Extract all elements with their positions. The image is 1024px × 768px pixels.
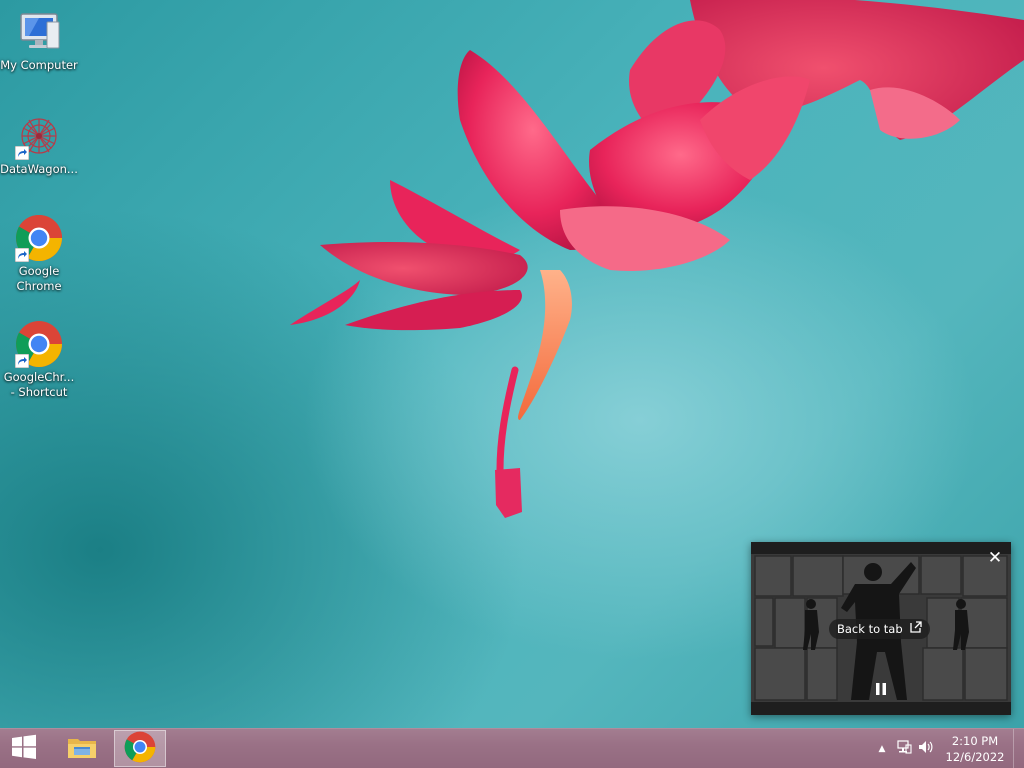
network-icon [896,739,912,758]
tray-overflow-button[interactable]: ▲ [871,729,893,768]
tray-network[interactable] [893,729,915,768]
shortcut-arrow-icon [15,354,29,368]
shortcut-arrow-icon [15,146,29,160]
back-to-tab-label: Back to tab [837,622,903,636]
shortcut-arrow-icon [15,248,29,262]
computer-icon [15,8,63,56]
start-button[interactable] [0,729,48,768]
clock-date: 12/6/2022 [945,750,1005,764]
desktop-icon-label: DataWagon... [0,162,78,176]
chrome-icon [15,320,63,368]
speaker-icon [918,739,934,758]
desktop-icon-label: My Computer [0,58,78,72]
pip-pause-button[interactable] [873,681,889,697]
desktop-icon-my-computer[interactable]: My Computer [0,8,78,73]
desktop: My Computer DataWagon... Google Chrome G… [0,0,1024,768]
system-tray: ▲ 2:10 PM 12/6/2022 [871,729,1024,768]
chrome-icon [15,214,63,262]
show-desktop-button[interactable] [1013,729,1024,768]
pause-icon [873,682,889,701]
desktop-icon-label: GoogleChr... - Shortcut [3,370,75,399]
pip-close-button[interactable]: ✕ [985,548,1005,568]
taskbar: ▲ 2:10 PM 12/6/2022 [0,728,1024,768]
taskbar-google-chrome[interactable] [114,730,166,767]
picture-in-picture-window[interactable]: ✕ Back to tab [751,542,1011,715]
chrome-icon [124,731,156,767]
folder-icon [66,731,98,767]
taskbar-file-explorer[interactable] [56,730,108,767]
windows-logo-icon [11,734,37,764]
clock-time: 2:10 PM [951,734,999,748]
desktop-icon-google-chrome[interactable]: Google Chrome [0,214,78,294]
desktop-icon-label: Google Chrome [16,264,62,293]
open-in-new-icon [909,619,922,639]
pip-back-to-tab-button[interactable]: Back to tab [829,619,930,639]
datawagon-icon [15,112,63,160]
desktop-icon-datawagon[interactable]: DataWagon... [0,112,78,177]
desktop-icon-googlechrome-shortcut[interactable]: GoogleChr... - Shortcut [0,320,78,400]
close-icon: ✕ [987,548,1003,568]
taskbar-clock[interactable]: 2:10 PM 12/6/2022 [937,729,1013,768]
tray-volume[interactable] [915,729,937,768]
chevron-up-icon: ▲ [878,743,886,754]
